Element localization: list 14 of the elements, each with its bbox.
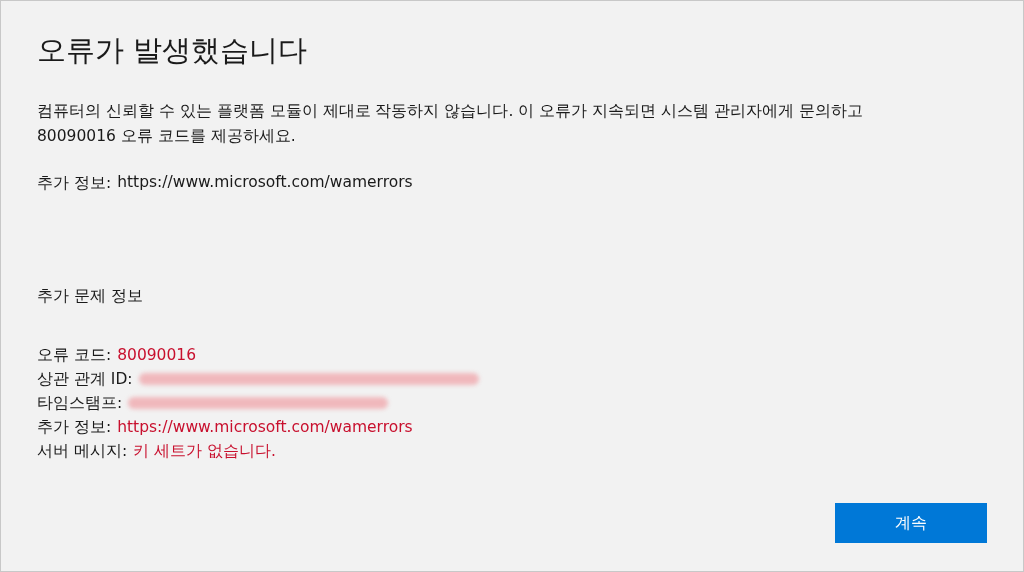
- info-label: 추가 정보:: [37, 173, 112, 194]
- error-message: 컴퓨터의 신뢰할 수 있는 플랫폼 모듈이 제대로 작동하지 않습니다. 이 오류가 지속되면 시스템 관리자에게 문의하고 80090016 오류 코드를 제공하세요.: [37, 101, 864, 147]
- info-link[interactable]: https://www.microsoft.com/wamerrors: [117, 173, 413, 194]
- detail-value: 키 세트가 없습니다.: [133, 441, 276, 462]
- detail-label: 추가 정보:: [37, 417, 112, 438]
- detail-label: 서버 메시지:: [37, 441, 128, 462]
- detail-link[interactable]: https://www.microsoft.com/wamerrors: [117, 415, 413, 439]
- details-heading: 추가 문제 정보: [37, 286, 144, 307]
- detail-label: 오류 코드:: [37, 345, 112, 366]
- continue-button[interactable]: 계속: [835, 503, 987, 543]
- detail-label: 상관 관계 ID:: [37, 369, 133, 390]
- detail-label: 타임스탬프:: [37, 393, 123, 414]
- detail-value: 80090016: [117, 345, 197, 366]
- dialog-title: 오류가 발생했습니다: [37, 32, 309, 69]
